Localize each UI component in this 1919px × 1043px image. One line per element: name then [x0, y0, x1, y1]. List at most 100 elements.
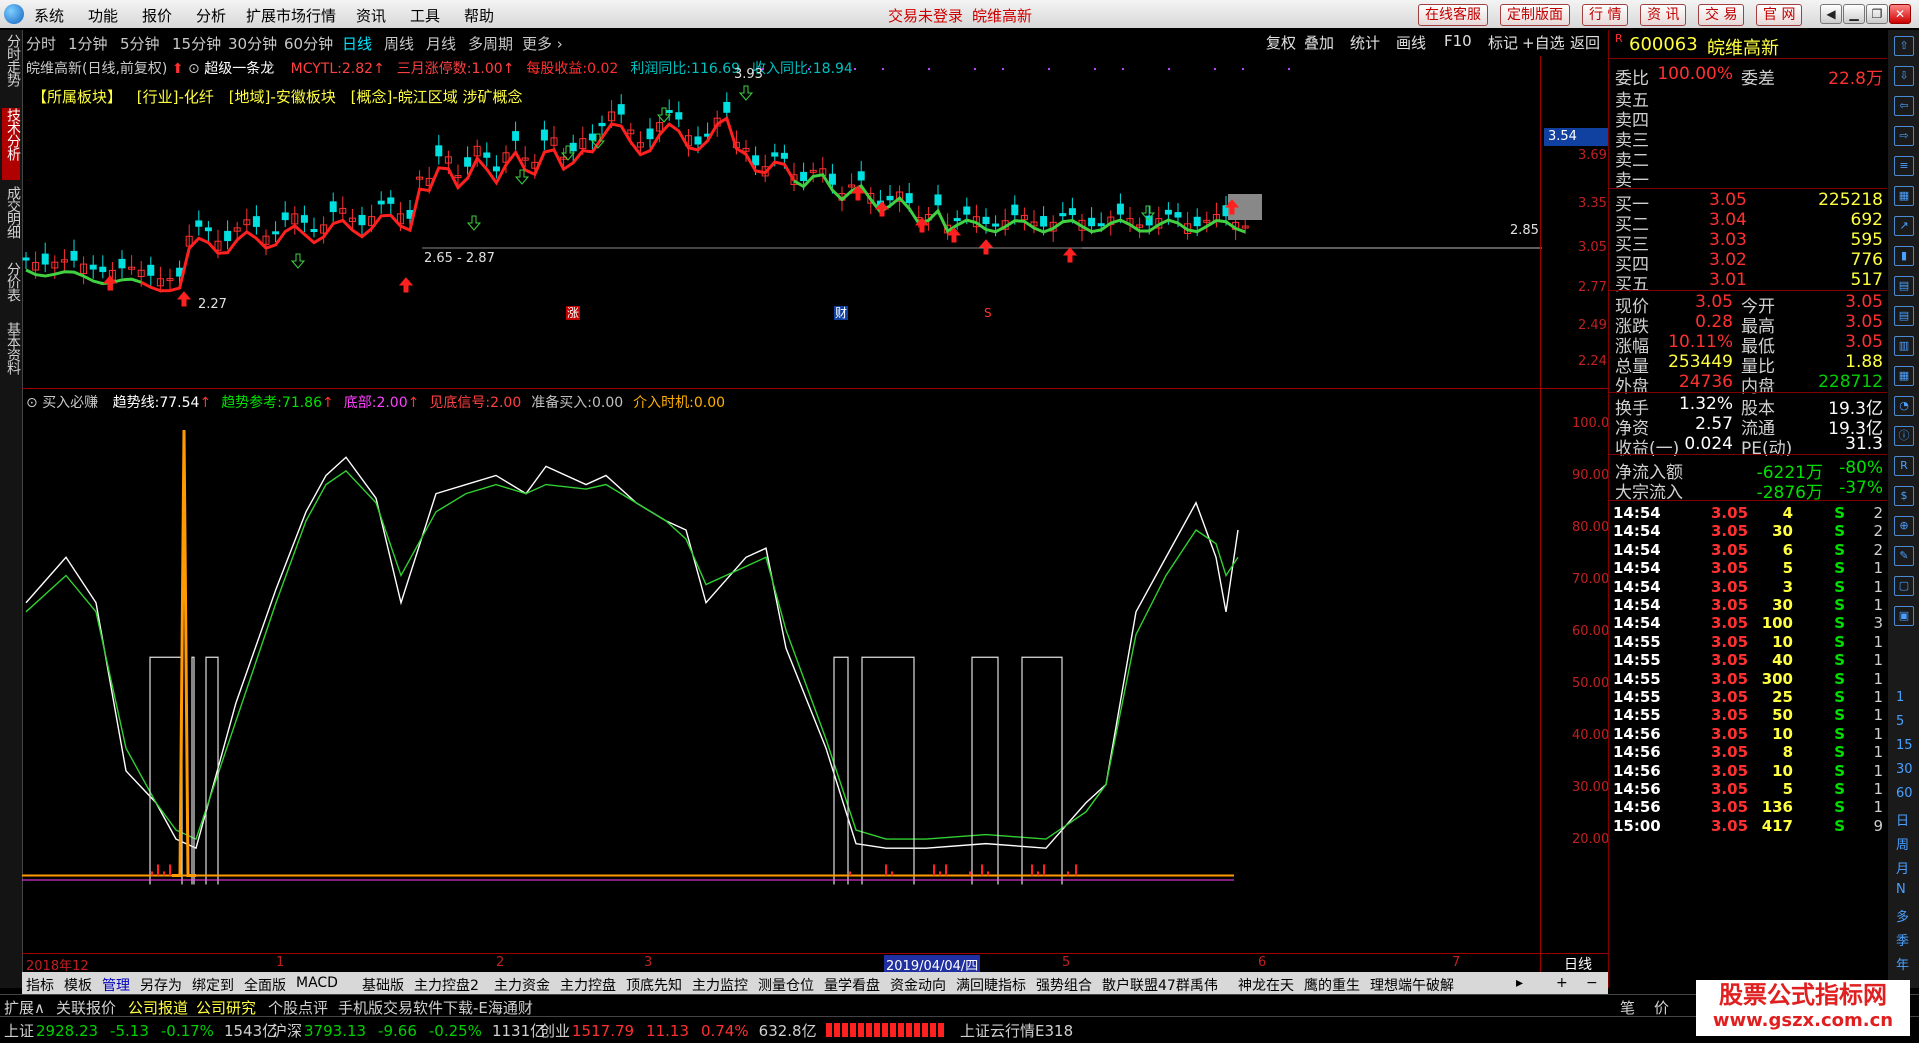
menu-news[interactable]: 资讯: [356, 5, 386, 26]
indicator-chart[interactable]: [22, 390, 1542, 960]
period-30min[interactable]: 30分钟: [228, 33, 277, 54]
period-shortcut-月[interactable]: 月: [1896, 858, 1909, 877]
template-tab[interactable]: 主力监控: [692, 975, 748, 995]
status-tab-jia[interactable]: 价: [1654, 997, 1669, 1018]
template-tab[interactable]: 鹰的重生: [1304, 975, 1360, 995]
period-shortcut-30[interactable]: 30: [1896, 762, 1913, 777]
period-5min[interactable]: 5分钟: [120, 33, 160, 54]
period-shortcut-N[interactable]: N: [1896, 882, 1906, 897]
status-link[interactable]: 手机版交易软件下载-E海通财: [338, 997, 533, 1018]
tab-basic-info[interactable]: 基本资料: [2, 322, 21, 392]
table-icon[interactable]: ▦: [1894, 366, 1914, 386]
news-icon[interactable]: ▤: [1894, 306, 1914, 326]
list-icon[interactable]: ≡: [1894, 156, 1914, 176]
template-tab[interactable]: 另存为: [140, 975, 182, 995]
menu-analysis[interactable]: 分析: [196, 5, 226, 26]
template-tab[interactable]: MACD: [296, 975, 338, 991]
template-tab[interactable]: 主力资金: [494, 975, 550, 995]
f10-icon[interactable]: ▤: [1894, 276, 1914, 296]
period-shortcut-季[interactable]: 季: [1896, 930, 1909, 949]
login-status[interactable]: 交易未登录: [888, 5, 963, 26]
index-item[interactable]: 沪深 3793.13 -9.66 -0.25% 1131亿: [272, 1020, 545, 1041]
money-icon[interactable]: $: [1894, 486, 1914, 506]
chart-icon[interactable]: ↗: [1894, 216, 1914, 236]
restore-icon[interactable]: ❐: [1866, 4, 1888, 24]
period-15min[interactable]: 15分钟: [172, 33, 221, 54]
status-link[interactable]: 扩展∧: [4, 997, 45, 1018]
menu-system[interactable]: 系统: [34, 5, 64, 26]
template-tab[interactable]: 全面版: [244, 975, 286, 995]
candlestick-chart[interactable]: 3.93 2.27 2.65 - 2.87 2.85 涨 财 S: [22, 56, 1542, 386]
period-shortcut-15[interactable]: 15: [1896, 738, 1913, 753]
period-shortcut-年[interactable]: 年: [1896, 954, 1909, 973]
template-tab[interactable]: 强势组合: [1036, 975, 1092, 995]
website-button[interactable]: 官 网: [1756, 4, 1803, 26]
tool-adjust[interactable]: 复权: [1266, 32, 1296, 53]
info-icon[interactable]: ⓘ: [1894, 426, 1914, 446]
template-tab[interactable]: 主力控盘: [560, 975, 616, 995]
period-multi[interactable]: 多周期: [468, 33, 513, 54]
menu-quote[interactable]: 报价: [142, 5, 172, 26]
tool-overlay[interactable]: 叠加: [1304, 32, 1334, 53]
pie-icon[interactable]: ◔: [1894, 396, 1914, 416]
tab-trade-details[interactable]: 成交明细: [2, 186, 21, 254]
tool-f10[interactable]: F10: [1444, 32, 1472, 50]
period-shortcut-多[interactable]: 多: [1896, 906, 1909, 925]
tool-stats[interactable]: 统计: [1350, 32, 1380, 53]
custom-layout-button[interactable]: 定制版面: [1500, 4, 1570, 26]
window2-icon[interactable]: ▣: [1894, 606, 1914, 626]
report-icon[interactable]: ▥: [1894, 336, 1914, 356]
status-link[interactable]: 个股点评: [268, 997, 328, 1018]
template-tab[interactable]: 满回睫指标: [956, 975, 1026, 995]
status-tab-bi[interactable]: 笔: [1620, 997, 1635, 1018]
target-icon[interactable]: ⊕: [1894, 516, 1914, 536]
period-daily[interactable]: 日线: [342, 33, 372, 54]
tool-back[interactable]: 返回: [1570, 32, 1600, 53]
status-link[interactable]: 关联报价: [56, 997, 116, 1018]
tool-draw[interactable]: 画线: [1396, 32, 1426, 53]
remove-tab-icon[interactable]: −: [1586, 975, 1598, 991]
template-tab[interactable]: 主力控盘2: [414, 975, 479, 995]
menu-tools[interactable]: 工具: [410, 5, 440, 26]
tool-mark[interactable]: 标记: [1488, 32, 1518, 53]
template-tab[interactable]: 神龙在天: [1238, 975, 1294, 995]
template-tab[interactable]: 管理: [102, 975, 130, 995]
template-tab[interactable]: 量学看盘: [824, 975, 880, 995]
period-shortcut-5[interactable]: 5: [1896, 714, 1904, 729]
back-icon[interactable]: ◀: [1820, 4, 1842, 24]
status-link[interactable]: 公司研究: [196, 997, 256, 1018]
window-icon[interactable]: ▢: [1894, 576, 1914, 596]
template-tab[interactable]: 理想端午破解: [1370, 975, 1454, 995]
down-icon[interactable]: ⇩: [1894, 66, 1914, 86]
template-tab[interactable]: 散户联盟47群禹伟: [1102, 975, 1218, 995]
period-shortcut-周[interactable]: 周: [1896, 834, 1909, 853]
tool-add-watchlist[interactable]: +自选: [1522, 32, 1565, 53]
tab-technical-analysis[interactable]: 技术分析: [2, 108, 21, 180]
news-button[interactable]: 资 讯: [1640, 4, 1687, 26]
template-tab[interactable]: 模板: [64, 975, 92, 995]
tab-scroll-right-icon[interactable]: ▸: [1516, 975, 1523, 991]
close-icon[interactable]: ✕: [1889, 4, 1911, 24]
index-item[interactable]: 上证 2928.23 -5.13 -0.17% 1543亿: [4, 1020, 277, 1041]
period-shortcut-60[interactable]: 60: [1896, 786, 1913, 801]
period-shortcut-1[interactable]: 1: [1896, 690, 1904, 705]
period-60min[interactable]: 60分钟: [284, 33, 333, 54]
add-tab-icon[interactable]: +: [1556, 975, 1568, 991]
menu-help[interactable]: 帮助: [464, 5, 494, 26]
menu-function[interactable]: 功能: [88, 5, 118, 26]
period-weekly[interactable]: 周线: [384, 33, 414, 54]
right-icon[interactable]: ⇨: [1894, 126, 1914, 146]
period-monthly[interactable]: 月线: [426, 33, 456, 54]
period-1min[interactable]: 1分钟: [68, 33, 108, 54]
index-item[interactable]: 创业 1517.79 11.13 0.74% 632.8亿: [540, 1020, 817, 1041]
period-more[interactable]: 更多 ›: [522, 33, 563, 54]
up-icon[interactable]: ⇧: [1894, 36, 1914, 56]
template-tab[interactable]: 指标: [26, 975, 54, 995]
template-tab[interactable]: 基础版: [362, 975, 404, 995]
rsi-icon[interactable]: R: [1894, 456, 1914, 476]
period-shortcut-日[interactable]: 日: [1896, 810, 1909, 829]
status-link[interactable]: 公司报道: [128, 997, 188, 1018]
online-service-button[interactable]: 在线客服: [1418, 4, 1488, 26]
left-icon[interactable]: ⇦: [1894, 96, 1914, 116]
market-button[interactable]: 行 情: [1582, 4, 1629, 26]
